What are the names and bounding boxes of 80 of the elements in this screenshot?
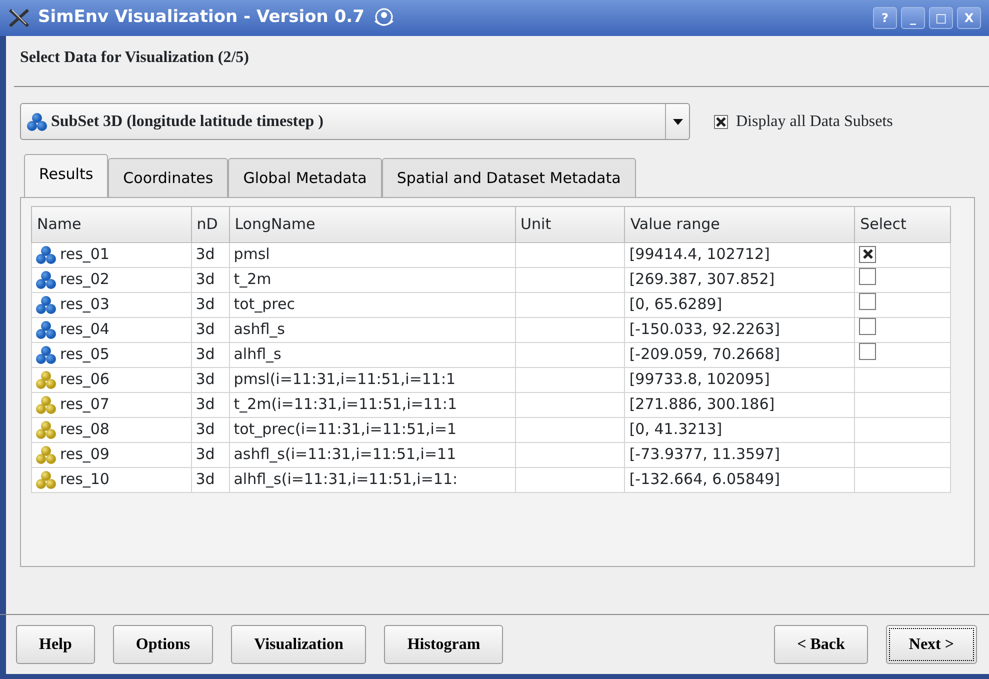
table-cell: 3d [196, 270, 215, 288]
table-cell: pmsl(i=11:31,i=11:51,i=11:1 [234, 370, 456, 388]
column-header[interactable]: nD [191, 206, 230, 242]
table-cell: 3d [196, 345, 215, 364]
table-cell: 3d [196, 445, 215, 464]
column-header[interactable]: LongName [229, 206, 516, 242]
table-cell: tot_prec(i=11:31,i=11:51,i=1 [234, 420, 457, 438]
table-cell: [-150.033, 92.2263] [629, 320, 780, 338]
table-cell: [99733.8, 102095] [629, 370, 770, 388]
table-cell-text: res_04 [60, 319, 110, 340]
wizard-button[interactable]: Next > [886, 625, 977, 664]
table-cell: 3d [196, 470, 215, 488]
tab[interactable]: Spatial and Dataset Metadata [382, 158, 636, 198]
table-cell-text: res_10 [60, 469, 110, 490]
spheres-icon [36, 344, 56, 364]
column-header[interactable]: Unit [515, 206, 625, 242]
spheres-icon [36, 370, 56, 390]
table-cell-text: res_07 [60, 394, 110, 416]
table-cell-text: res_05 [60, 344, 110, 366]
table-cell: 3d [196, 370, 215, 388]
table-cell-text: res_01 [60, 244, 110, 266]
table-cell: [-73.9377, 11.3597] [629, 445, 780, 464]
table-cell: ashfl_s [234, 320, 285, 338]
checkbox[interactable] [859, 342, 876, 360]
tab[interactable]: Coordinates [108, 158, 228, 198]
spheres-icon [36, 394, 56, 414]
table-cell-text: res_06 [60, 369, 110, 390]
table-cell: pmsl [234, 245, 270, 264]
table-cell: ashfl_s(i=11:31,i=11:51,i=11 [234, 445, 456, 464]
table-cell: 3d [196, 395, 215, 414]
table-cell: [99414.4, 102712] [629, 245, 770, 264]
checkbox[interactable] [859, 246, 876, 263]
table-cell-text: res_03 [60, 294, 110, 316]
table-cell: t_2m [234, 270, 272, 288]
table-cell: alhfl_s(i=11:31,i=11:51,i=11: [234, 470, 458, 488]
table-cell: [0, 41.3213] [629, 420, 722, 438]
checkbox-label: Display all Data Subsets [736, 112, 893, 132]
table-cell-text: res_02 [60, 269, 110, 290]
spheres-icon [36, 320, 56, 340]
table-cell-text: res_09 [60, 444, 110, 466]
wizard-button[interactable]: Visualization [231, 625, 366, 664]
table-cell: tot_prec [234, 295, 295, 314]
subset-dropdown[interactable]: SubSet 3D (longitude latitude timestep ) [20, 103, 690, 140]
table-cell: 3d [196, 320, 215, 338]
checkbox[interactable] [859, 268, 876, 285]
app-icon [8, 8, 30, 28]
spheres-icon [36, 294, 56, 314]
table-cell: t_2m(i=11:31,i=11:51,i=11:1 [234, 395, 457, 414]
checkbox[interactable] [714, 114, 728, 128]
wizard-button[interactable]: Options [112, 625, 214, 664]
spheres-icon [36, 244, 56, 264]
spheres-icon [36, 444, 56, 464]
tab[interactable]: Global Metadata [228, 158, 382, 198]
column-header[interactable]: Value range [624, 206, 855, 242]
table-cell: 3d [196, 295, 215, 314]
table-cell: [269.387, 307.852] [629, 270, 775, 288]
minimize-button[interactable]: _ [901, 7, 925, 29]
table-cell: 3d [196, 245, 215, 264]
dropdown-arrow-icon [672, 118, 682, 126]
checkbox[interactable] [859, 318, 876, 335]
table-cell: alhfl_s [234, 345, 282, 364]
table-cell: [271.886, 300.186] [629, 395, 775, 414]
spheres-icon [36, 270, 56, 290]
table-cell: [-209.059, 70.2668] [629, 345, 780, 364]
spheres-icon [27, 112, 47, 132]
table-cell: [-132.664, 6.05849] [629, 470, 780, 488]
spheres-icon [36, 470, 56, 490]
wizard-button[interactable]: < Back [774, 625, 868, 664]
spheres-icon [36, 420, 56, 440]
column-header[interactable]: Name [32, 206, 192, 242]
wizard-button[interactable]: Histogram [384, 625, 504, 664]
tab[interactable]: Results [24, 154, 108, 198]
wizard-button[interactable]: Help [16, 625, 95, 664]
table-cell: 3d [196, 420, 215, 438]
column-header[interactable]: Select [854, 206, 950, 242]
table-cell: [0, 65.6289] [629, 295, 722, 314]
window-title: SimEnv Visualization - Version 0.7 [38, 6, 364, 30]
table-cell-text: res_08 [60, 419, 110, 440]
checkbox[interactable] [859, 292, 876, 310]
step-title: Select Data for Visualization (2/5) [14, 36, 989, 87]
